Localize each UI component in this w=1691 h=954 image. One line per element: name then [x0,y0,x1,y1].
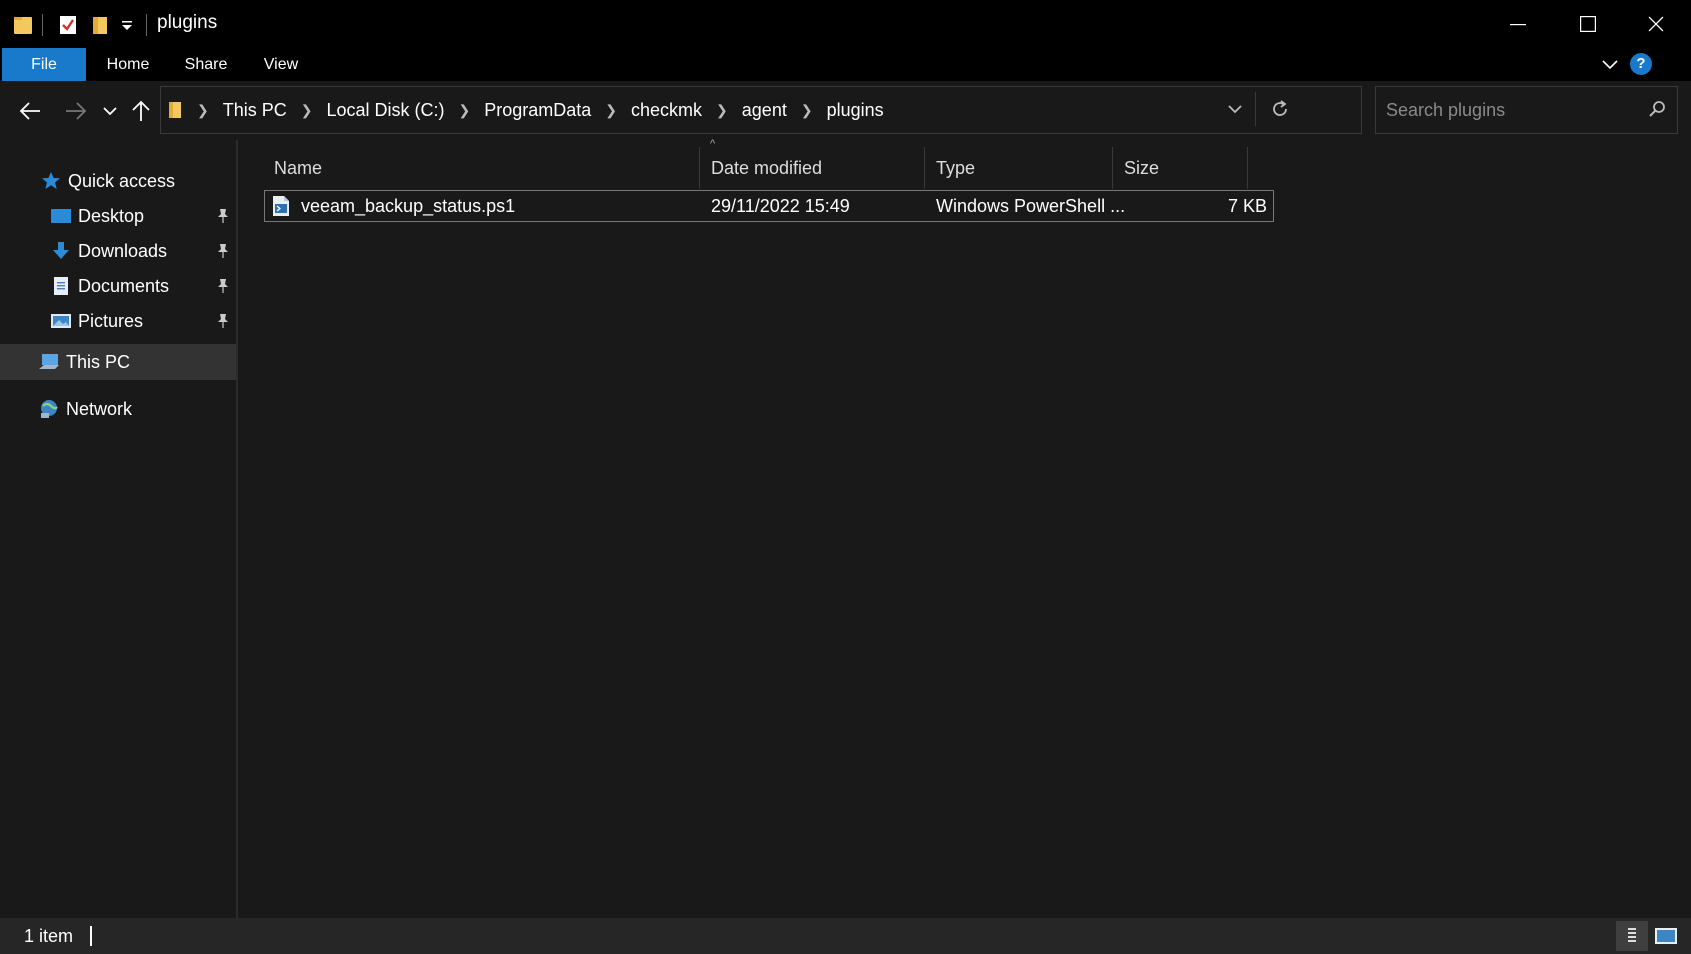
powershell-file-icon [271,195,291,222]
file-size: 7 KB [1227,196,1267,216]
nav-label: Pictures [78,310,144,331]
close-button[interactable] [1621,0,1691,48]
file-type: Windows PowerShell ... [936,196,1126,216]
chevron-right-icon[interactable]: ❯ [793,102,821,119]
minimize-button[interactable] [1483,0,1553,48]
address-dropdown-icon[interactable] [1227,102,1243,120]
expand-ribbon-icon[interactable] [1600,54,1620,79]
tab-view[interactable]: View [256,48,306,81]
nav-label: Downloads [78,240,168,261]
nav-label: Quick access [68,170,176,191]
nav-quick-access[interactable]: Quick access [0,164,236,198]
column-header-name[interactable]: Name [264,147,700,189]
breadcrumb-item[interactable]: This PC [217,100,293,121]
recent-locations-button[interactable] [100,91,120,131]
column-header-size[interactable]: Size [1114,147,1248,189]
pin-icon[interactable] [216,278,230,299]
refresh-icon[interactable] [1270,99,1290,124]
up-arrow-icon [132,100,150,121]
pin-icon[interactable] [216,313,230,334]
nav-item-pictures[interactable]: Pictures [0,304,236,338]
help-icon[interactable]: ? [1630,53,1652,75]
file-list: ^ Name Date modified Type Size veeam_bac… [238,138,1691,918]
nav-item-downloads[interactable]: Downloads [0,234,236,268]
chevron-right-icon[interactable]: ❯ [189,102,217,119]
chevron-right-icon[interactable]: ❯ [451,102,479,119]
chevron-right-icon[interactable]: ❯ [293,102,321,119]
properties-icon[interactable] [58,13,78,37]
minimize-icon [1510,24,1526,26]
explorer-window: plugins File Home Share View ? ❯ This PC… [0,0,1691,954]
pictures-icon [50,311,72,331]
column-header-type[interactable]: Type [926,147,1113,189]
separator [42,14,43,36]
search-input[interactable]: Search plugins [1375,86,1678,134]
nav-this-pc[interactable]: This PC [0,344,236,380]
tab-home[interactable]: Home [96,48,160,81]
folder-icon [161,100,189,120]
column-header-date-modified[interactable]: Date modified [701,147,925,189]
back-button[interactable] [14,91,46,131]
status-bar: 1 item [0,918,1691,954]
file-date-modified: 29/11/2022 15:49 [711,196,850,216]
file-name: veeam_backup_status.ps1 [301,196,516,216]
title-bar: plugins [0,0,1691,48]
details-view-icon [1628,928,1636,942]
network-icon [38,399,60,419]
document-icon [50,276,72,296]
nav-label: Network [66,398,133,419]
forward-button[interactable] [60,91,92,131]
computer-icon [38,352,60,372]
desktop-icon [50,206,72,226]
tab-file[interactable]: File [2,48,86,81]
separator [1255,92,1256,126]
nav-label: Desktop [78,205,145,226]
customize-toolbar-icon[interactable] [120,13,134,37]
tab-share[interactable]: Share [178,48,234,81]
up-button[interactable] [128,91,154,131]
chevron-right-icon[interactable]: ❯ [708,102,736,119]
close-icon [1648,16,1664,32]
chevron-right-icon[interactable]: ❯ [597,102,625,119]
nav-network[interactable]: Network [0,392,236,426]
search-placeholder: Search plugins [1386,100,1506,120]
text-cursor [90,926,92,946]
navigation-pane: Quick access Desktop Downloads Documents… [0,140,238,918]
details-view-button[interactable] [1616,921,1648,951]
ribbon: File Home Share View ? [0,48,1691,81]
breadcrumb-item[interactable]: agent [736,100,793,121]
star-icon [40,171,62,191]
pin-icon[interactable] [216,243,230,264]
address-row: ❯ This PC ❯ Local Disk (C:) ❯ ProgramDat… [0,81,1691,140]
back-arrow-icon [19,102,40,120]
address-bar[interactable]: ❯ This PC ❯ Local Disk (C:) ❯ ProgramDat… [160,86,1362,134]
breadcrumb-item[interactable]: ProgramData [478,100,597,121]
maximize-icon [1580,16,1596,32]
large-icons-view-icon [1655,928,1677,944]
table-row[interactable]: veeam_backup_status.ps1 29/11/2022 15:49… [264,190,1274,222]
pin-icon[interactable] [216,208,230,229]
new-folder-icon[interactable] [90,13,110,37]
window-title: plugins [157,12,218,33]
breadcrumb-item[interactable]: Local Disk (C:) [320,100,450,121]
breadcrumb: ❯ This PC ❯ Local Disk (C:) ❯ ProgramDat… [161,87,890,133]
forward-arrow-icon [66,102,87,120]
chevron-down-icon [103,107,117,116]
folder-icon [12,13,34,37]
breadcrumb-item[interactable]: plugins [821,100,890,121]
large-icons-view-button[interactable] [1650,921,1682,951]
breadcrumb-item[interactable]: checkmk [625,100,708,121]
search-icon[interactable] [1648,100,1666,123]
maximize-button[interactable] [1553,0,1623,48]
separator [146,14,147,36]
nav-label: This PC [66,351,131,372]
nav-label: Documents [78,275,170,296]
item-count: 1 item [24,926,74,946]
nav-item-desktop[interactable]: Desktop [0,199,236,233]
nav-item-documents[interactable]: Documents [0,269,236,303]
download-arrow-icon [50,241,72,261]
